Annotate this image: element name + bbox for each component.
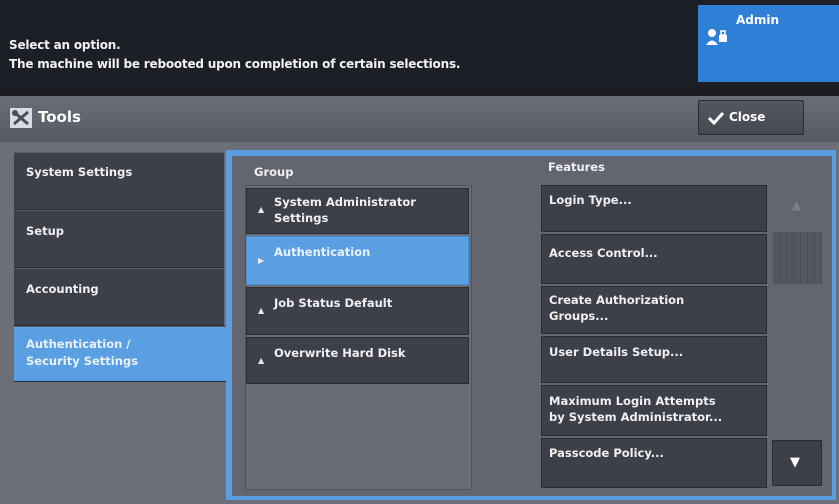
tab-label: Setup <box>26 224 64 238</box>
tools-icon <box>10 108 32 128</box>
message-line-2: The machine will be rebooted upon comple… <box>9 57 461 71</box>
tab-label: Accounting <box>26 282 99 296</box>
feature-item-label: Login Type... <box>549 193 632 207</box>
close-button[interactable]: Close <box>698 100 804 135</box>
feature-item-label-line-1: Create Authorization <box>549 293 685 307</box>
message-bar: Select an option. The machine will be re… <box>0 0 839 86</box>
feature-item-label: User Details Setup... <box>549 345 684 359</box>
admin-label: Admin <box>736 13 780 27</box>
triangle-icon: ▲ <box>258 306 265 315</box>
tab-system-settings[interactable]: System Settings <box>14 152 224 210</box>
feature-item-user-details-setup[interactable]: User Details Setup... <box>541 336 767 383</box>
tab-authentication-security[interactable]: Authentication / Security Settings <box>14 326 226 382</box>
group-item-label: Job Status Default <box>274 296 393 310</box>
triangle-icon: ▲ <box>258 205 265 214</box>
feature-item-access-control[interactable]: Access Control... <box>541 234 767 284</box>
tab-label-line-1: Authentication / <box>26 337 131 351</box>
feature-item-label-line-1: Maximum Login Attempts <box>549 394 716 408</box>
group-item-overwrite-hard-disk[interactable]: ▲ Overwrite Hard Disk <box>246 337 469 384</box>
chevron-up-icon: ▲ <box>792 198 802 212</box>
group-item-label: Authentication <box>274 245 371 259</box>
feature-item-create-authorization-groups[interactable]: Create Authorization Groups... <box>541 286 767 334</box>
admin-button[interactable]: Admin <box>698 5 839 82</box>
feature-item-login-type[interactable]: Login Type... <box>541 185 767 232</box>
group-item-label-line-2: Settings <box>274 211 329 225</box>
admin-user-icon <box>706 29 727 45</box>
features-header: Features <box>548 160 605 174</box>
group-item-label-line-1: System Administrator <box>274 195 416 209</box>
tab-label-line-2: Security Settings <box>26 354 138 368</box>
triangle-icon: ▲ <box>258 356 265 365</box>
arrow-right-icon: ▶ <box>258 256 265 265</box>
scroll-up-button[interactable]: ▲ <box>773 186 822 231</box>
page-title: Tools <box>38 108 81 126</box>
group-item-job-status-default[interactable]: ▲ Job Status Default <box>246 287 469 335</box>
chevron-down-icon: ▼ <box>790 455 800 470</box>
scroll-down-button[interactable]: ▼ <box>772 440 822 486</box>
feature-item-label: Access Control... <box>549 246 658 260</box>
scrollbar-thumb[interactable] <box>773 232 822 284</box>
feature-item-maximum-login-attempts[interactable]: Maximum Login Attempts by System Adminis… <box>541 385 767 436</box>
group-item-authentication[interactable]: ▶ Authentication <box>246 236 469 285</box>
checkmark-icon <box>707 111 725 125</box>
group-item-label: Overwrite Hard Disk <box>274 346 406 360</box>
tab-label: System Settings <box>26 165 133 179</box>
feature-item-label-line-2: Groups... <box>549 309 609 323</box>
tab-accounting[interactable]: Accounting <box>14 268 224 326</box>
group-header: Group <box>254 165 294 179</box>
close-label: Close <box>729 110 766 124</box>
message-line-1: Select an option. <box>9 38 121 52</box>
feature-item-label-line-2: by System Administrator... <box>549 410 723 424</box>
group-item-system-administrator-settings[interactable]: ▲ System Administrator Settings <box>246 188 469 234</box>
tab-setup[interactable]: Setup <box>14 210 224 268</box>
feature-item-passcode-policy[interactable]: Passcode Policy... <box>541 438 767 488</box>
feature-item-label: Passcode Policy... <box>549 446 664 460</box>
